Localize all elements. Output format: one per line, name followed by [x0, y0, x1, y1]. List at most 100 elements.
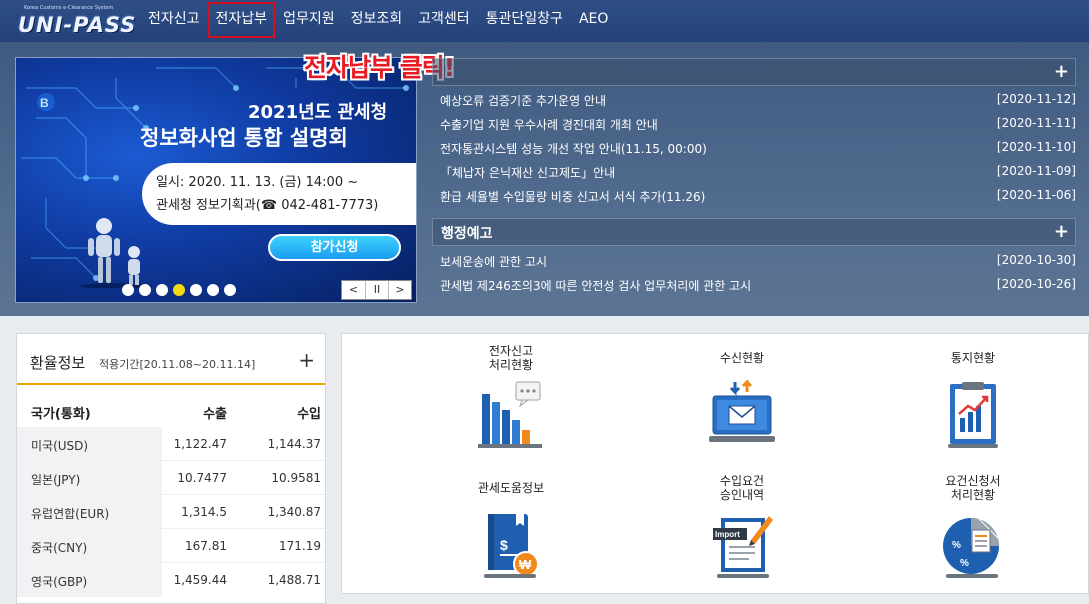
admin-notice-header: 행정예고 +	[432, 218, 1076, 246]
exchange-more-button[interactable]: +	[298, 348, 315, 372]
service-notice-status[interactable]: 통지현황	[893, 344, 1053, 464]
banner-date: 일시: 2020. 11. 13. (금) 14:00 ~	[156, 175, 359, 190]
notices-more-button[interactable]: +	[1054, 61, 1069, 82]
unipass-logo[interactable]: Korea Customs e-Clearance System UNI-PAS…	[14, 4, 135, 38]
notice-item[interactable]: 수출기업 지원 우수사례 경진대회 개최 안내 [2020-11-11]	[440, 114, 1076, 134]
exchange-rate-header: 환율정보 적용기간[20.11.08~20.11.14] +	[17, 334, 325, 385]
exchange-rate-panel: 환율정보 적용기간[20.11.08~20.11.14] + 국가(통화) 수출…	[16, 333, 326, 604]
svg-text:%: %	[960, 558, 969, 569]
export-cell: 167.81	[185, 539, 227, 553]
percent-chart-icon: % %	[943, 513, 1003, 578]
nav-info-lookup[interactable]: 정보조회	[343, 0, 411, 42]
admin-notice-title: 행정예고	[441, 226, 493, 242]
service-receive-status[interactable]: 수신현황	[662, 344, 822, 464]
import-cell: 1,144.37	[267, 437, 321, 451]
notice-item[interactable]: 전자통관시스템 성능 개선 작업 안내(11.15, 00:00) [2020-…	[440, 138, 1076, 158]
admin-item-date: [2020-10-30]	[996, 253, 1076, 267]
table-row: 중국(CNY) 167.81 171.19	[17, 529, 325, 563]
notice-item[interactable]: 예상오류 검증기준 추가운영 안내 [2020-11-12]	[440, 90, 1076, 110]
bar-chart-icon	[478, 381, 542, 448]
notice-date: [2020-11-11]	[996, 116, 1076, 130]
service-label-line1: 수입요건	[719, 474, 765, 488]
service-filing-status[interactable]: 전자신고 처리현황	[431, 344, 591, 464]
banner-controls: < II >	[341, 280, 412, 300]
table-row: 미국(USD) 1,122.47 1,144.37	[17, 427, 325, 461]
notice-date: [2020-11-09]	[996, 164, 1076, 178]
admin-item[interactable]: 보세운송에 관한 고시 [2020-10-30]	[440, 251, 1076, 271]
logo-title: UNI-PASS	[18, 13, 137, 37]
notice-title[interactable]: 환급 세율별 수입물량 비중 신고서 서식 추가(11.26)	[440, 188, 705, 205]
admin-item-title[interactable]: 보세운송에 관한 고시	[440, 253, 547, 270]
pager-dot-active[interactable]	[173, 284, 185, 296]
inbox-monitor-icon	[709, 380, 775, 442]
logo-subtitle: Korea Customs e-Clearance System	[24, 5, 114, 11]
banner-info-box: 일시: 2020. 11. 13. (금) 14:00 ~ 관세청 정보기획과(…	[142, 163, 416, 225]
notice-title[interactable]: 예상오류 검증기준 추가운영 안내	[440, 92, 606, 109]
svg-text:Import: Import	[715, 530, 740, 539]
pager-dot[interactable]	[190, 284, 202, 296]
col-country: 국가(통화)	[31, 407, 91, 422]
table-row: 유럽연합(EUR) 1,314.5 1,340.87	[17, 495, 325, 529]
service-import-requirements[interactable]: 수입요건 승인내역 Import	[662, 474, 822, 594]
notice-date: [2020-11-12]	[996, 92, 1076, 106]
service-label-line1: 수신현황	[719, 351, 765, 365]
country-cell: 일본(JPY)	[31, 473, 81, 487]
nav-customer-center[interactable]: 고객센터	[410, 0, 478, 42]
country-cell: 영국(GBP)	[31, 575, 88, 589]
country-cell: 미국(USD)	[31, 439, 89, 453]
svg-text:₩: ₩	[519, 557, 532, 572]
apply-button[interactable]: 참가신청	[268, 234, 401, 261]
table-row: 일본(JPY) 10.7477 10.9581	[17, 461, 325, 495]
admin-item-title[interactable]: 관세법 제246조의3에 따른 안전성 검사 업무처리에 관한 고시	[440, 277, 751, 294]
robot-illustration	[80, 218, 152, 288]
notices-header: +	[432, 58, 1076, 86]
export-cell: 10.7477	[177, 471, 227, 485]
service-tax-help[interactable]: 관세도움정보 $ ₩	[431, 474, 591, 594]
tax-book-icon: $ ₩	[484, 514, 539, 578]
import-cell: 1,488.71	[267, 573, 321, 587]
pager-dot[interactable]	[122, 284, 134, 296]
next-slide-button[interactable]: >	[388, 281, 411, 299]
pause-slide-button[interactable]: II	[365, 281, 388, 299]
table-row: 영국(GBP) 1,459.44 1,488.71	[17, 563, 325, 597]
pager-dot[interactable]	[139, 284, 151, 296]
pager-dot[interactable]	[224, 284, 236, 296]
exchange-table-header: 국가(통화) 수출 수입	[17, 393, 325, 427]
country-cell: 유럽연합(EUR)	[31, 507, 110, 521]
banner-title-line1: 2021년도 관세청	[248, 102, 388, 123]
nav-business-support[interactable]: 업무지원	[275, 0, 343, 42]
pager-dot[interactable]	[156, 284, 168, 296]
report-icon	[948, 382, 998, 448]
nav-single-window[interactable]: 통관단일창구	[478, 0, 571, 42]
service-requirement-application[interactable]: 요건신청서 처리현황 % %	[893, 474, 1053, 594]
top-header: Korea Customs e-Clearance System UNI-PAS…	[0, 0, 1089, 42]
banner-title-line2: 정보화사업 통합 설명회	[140, 126, 348, 150]
col-import: 수입	[297, 407, 321, 422]
admin-item[interactable]: 관세법 제246조의3에 따른 안전성 검사 업무처리에 관한 고시 [2020…	[440, 275, 1076, 295]
col-export: 수출	[203, 407, 227, 422]
service-label-line1: 요건신청서	[945, 474, 1001, 488]
banner-place: 관세청 정보기획과(☎ 042-481-7773)	[156, 198, 379, 213]
service-label-line2: 처리현황	[950, 488, 996, 502]
event-banner[interactable]: B 2021년도 관세청 정보화사업 통합 설명회 일시: 2020. 11. …	[15, 57, 417, 303]
notice-title[interactable]: 「체납자 은닉재산 신고제도」안내	[440, 164, 615, 181]
svg-text:%: %	[952, 540, 961, 551]
import-cell: 171.19	[279, 539, 321, 553]
export-cell: 1,314.5	[181, 505, 227, 519]
main-nav: 전자신고 전자납부 업무지원 정보조회 고객센터 통관단일창구 AEO	[140, 0, 616, 42]
notice-date: [2020-11-06]	[996, 188, 1076, 202]
notice-title[interactable]: 수출기업 지원 우수사례 경진대회 개최 안내	[440, 116, 658, 133]
service-label-line1: 전자신고	[488, 344, 534, 358]
nav-aeo[interactable]: AEO	[571, 0, 616, 42]
admin-item-date: [2020-10-26]	[996, 277, 1076, 291]
exchange-rate-period: 적용기간[20.11.08~20.11.14]	[99, 358, 256, 371]
prev-slide-button[interactable]: <	[342, 281, 365, 299]
pager-dot[interactable]	[207, 284, 219, 296]
admin-more-button[interactable]: +	[1054, 221, 1069, 242]
notice-title[interactable]: 전자통관시스템 성능 개선 작업 안내(11.15, 00:00)	[440, 140, 707, 157]
notice-item[interactable]: 환급 세율별 수입물량 비중 신고서 서식 추가(11.26) [2020-11…	[440, 186, 1076, 206]
nav-e-filing[interactable]: 전자신고	[140, 0, 208, 42]
nav-e-payment[interactable]: 전자납부	[207, 0, 276, 42]
service-label-line1: 관세도움정보	[477, 481, 545, 495]
notice-item[interactable]: 「체납자 은닉재산 신고제도」안내 [2020-11-09]	[440, 162, 1076, 182]
